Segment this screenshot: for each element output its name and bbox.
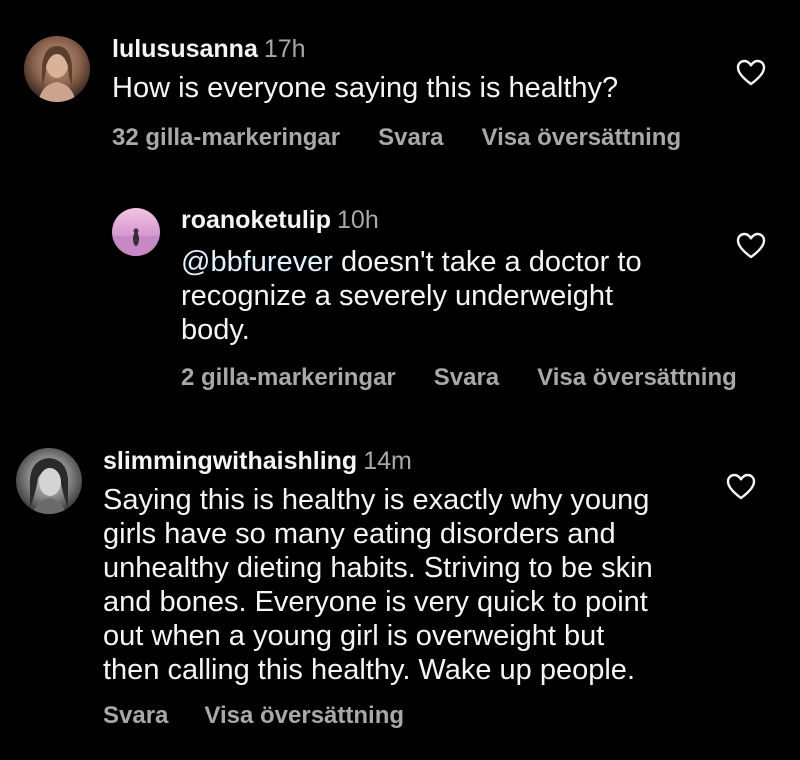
comment-text-line: doesn't take a doctor to [332, 246, 642, 278]
comment-header: lulususanna 17h [112, 34, 306, 64]
comment-header: roanoketulip 10h [181, 205, 379, 235]
avatar-image [112, 228, 160, 256]
comment-text-line: girls have so many eating disorders and [103, 518, 616, 550]
comment-text: @bbfurever doesn't take a doctor to reco… [181, 245, 701, 347]
timestamp: 10h [337, 206, 379, 234]
comment-text: How is everyone saying this is healthy? [112, 72, 619, 104]
like-count[interactable]: 2 gilla-markeringar [181, 363, 396, 393]
comment-text-line: then calling this healthy. Wake up peopl… [103, 654, 635, 686]
mention-link[interactable]: @bbfurever [181, 246, 333, 278]
heart-icon[interactable] [736, 232, 766, 260]
timestamp: 17h [263, 35, 306, 63]
avatar[interactable] [24, 36, 90, 102]
comment-text-line: and bones. Everyone is very quick to poi… [103, 586, 648, 618]
comment-actions: Svara Visa översättning [103, 701, 404, 731]
comment-actions: 32 gilla-markeringar Svara Visa översättni… [112, 123, 681, 153]
avatar-image [38, 46, 76, 102]
timestamp: 14m [363, 447, 412, 475]
heart-icon[interactable] [736, 59, 766, 87]
translate-button[interactable]: Visa översättning [482, 123, 682, 153]
comment-text-line: Saying this is healthy is exactly why yo… [103, 484, 650, 516]
avatar[interactable] [16, 448, 82, 514]
username[interactable]: lulususanna [112, 35, 258, 63]
username[interactable]: roanoketulip [181, 206, 331, 234]
reply-button[interactable]: Svara [434, 363, 499, 393]
heart-icon[interactable] [726, 473, 756, 501]
translate-button[interactable]: Visa översättning [204, 701, 404, 731]
username[interactable]: slimmingwithaishling [103, 447, 357, 475]
comment-text-line: body. [181, 314, 250, 346]
avatar-image [29, 458, 69, 514]
comment-text-line: recognize a severely underweight [181, 280, 614, 312]
comment-text-line: out when a young girl is overweight but [103, 620, 605, 652]
reply-button[interactable]: Svara [103, 701, 168, 731]
comment-actions: 2 gilla-markeringar Svara Visa översättnin… [181, 363, 737, 393]
comment-text: Saying this is healthy is exactly why yo… [103, 483, 723, 687]
translate-button[interactable]: Visa översättning [537, 363, 737, 393]
comment-header: slimmingwithaishling 14m [103, 446, 412, 476]
comment-text-line: unhealthy dieting habits. Striving to be… [103, 552, 653, 584]
avatar[interactable] [112, 208, 160, 256]
reply-button[interactable]: Svara [378, 123, 443, 153]
like-count[interactable]: 32 gilla-markeringar [112, 123, 340, 153]
